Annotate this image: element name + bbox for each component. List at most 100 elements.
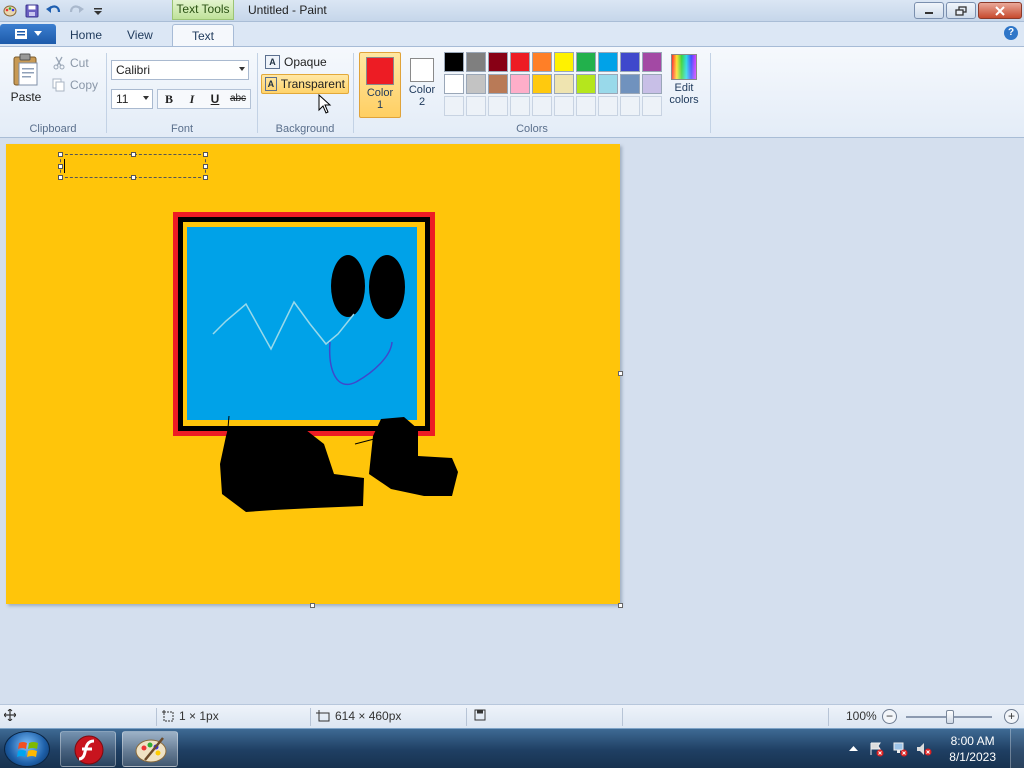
font-group-label: Font — [170, 123, 193, 135]
windows-logo-icon — [17, 742, 38, 757]
palette-color-swatch[interactable] — [510, 52, 530, 72]
resize-handle[interactable] — [58, 152, 63, 157]
canvas-resize-handle-corner[interactable] — [618, 603, 623, 608]
canvas-resize-handle-bottom[interactable] — [310, 603, 315, 608]
resize-handle[interactable] — [203, 152, 208, 157]
custom-color-slot[interactable] — [532, 96, 552, 116]
palette-color-swatch[interactable] — [642, 74, 662, 94]
custom-color-slot[interactable] — [620, 96, 640, 116]
palette-color-swatch[interactable] — [444, 52, 464, 72]
palette-color-swatch[interactable] — [554, 52, 574, 72]
bold-button[interactable]: B — [159, 89, 179, 109]
opaque-label: Opaque — [284, 55, 327, 69]
clipboard-group: Paste Cut Copy Clipboard — [0, 49, 106, 137]
italic-button[interactable]: I — [182, 89, 202, 109]
edit-colors-button[interactable]: Edit colors — [664, 52, 704, 106]
system-clock[interactable]: 8:00 AM 8/1/2023 — [949, 733, 996, 765]
flash-icon — [74, 735, 104, 765]
palette-color-swatch[interactable] — [532, 74, 552, 94]
palette-color-swatch[interactable] — [642, 52, 662, 72]
show-desktop-button[interactable] — [1010, 729, 1024, 768]
paste-icon — [13, 53, 38, 86]
custom-color-slot[interactable] — [642, 96, 662, 116]
palette-color-swatch[interactable] — [488, 74, 508, 94]
minimize-button[interactable] — [914, 2, 944, 19]
drawing-canvas[interactable] — [6, 144, 620, 604]
undo-icon[interactable] — [46, 3, 62, 19]
left-eye — [331, 255, 365, 317]
action-center-icon[interactable] — [868, 741, 884, 757]
start-button[interactable] — [4, 731, 50, 767]
palette-color-swatch[interactable] — [532, 52, 552, 72]
palette-color-swatch[interactable] — [598, 52, 618, 72]
custom-color-slot[interactable] — [466, 96, 486, 116]
taskbar-paint-app[interactable] — [122, 731, 178, 767]
save-icon[interactable] — [24, 3, 40, 19]
color-1-button[interactable]: Color 1 — [359, 52, 401, 118]
underline-button[interactable]: U — [205, 89, 225, 109]
palette-color-swatch[interactable] — [510, 74, 530, 94]
text-input-box[interactable] — [58, 152, 208, 180]
palette-color-swatch[interactable] — [598, 74, 618, 94]
font-group: Calibri 11 B I U abc Font — [107, 49, 257, 137]
status-divider — [310, 708, 311, 726]
custom-color-slot[interactable] — [510, 96, 530, 116]
resize-handle[interactable] — [58, 164, 63, 169]
palette-color-swatch[interactable] — [576, 52, 596, 72]
color-1-label: Color 1 — [366, 87, 394, 111]
selection-size: 1 × 1px — [162, 709, 219, 723]
paint-menu-button[interactable] — [0, 24, 56, 44]
restore-button[interactable] — [946, 2, 976, 19]
canvas-resize-handle-right[interactable] — [618, 371, 623, 376]
font-size-select[interactable]: 11 — [111, 89, 153, 109]
right-eye — [369, 255, 405, 319]
transparent-button[interactable]: A Transparent — [261, 74, 349, 94]
paint-app-icon[interactable] — [2, 3, 18, 19]
chevron-up-icon[interactable] — [849, 744, 858, 753]
status-divider — [622, 708, 623, 726]
customize-toolbar-icon[interactable] — [90, 3, 106, 19]
status-bar: 1 × 1px 614 × 460px 100% − + — [0, 704, 1024, 728]
opaque-button[interactable]: A Opaque — [262, 52, 330, 72]
resize-handle[interactable] — [131, 175, 136, 180]
resize-handle[interactable] — [131, 152, 136, 157]
palette-color-swatch[interactable] — [620, 52, 640, 72]
palette-color-swatch[interactable] — [554, 74, 574, 94]
zoom-out-button[interactable]: − — [882, 709, 897, 724]
resize-handle[interactable] — [203, 164, 208, 169]
color-spectrum-icon — [671, 54, 697, 80]
tab-view[interactable]: View — [115, 24, 165, 46]
volume-muted-icon[interactable] — [916, 741, 932, 757]
image-size: 614 × 460px — [316, 709, 401, 723]
copy-button[interactable]: Copy — [52, 75, 98, 95]
palette-color-swatch[interactable] — [444, 74, 464, 94]
font-family-select[interactable]: Calibri — [111, 60, 249, 80]
zoom-in-button[interactable]: + — [1004, 709, 1019, 724]
palette-color-swatch[interactable] — [488, 52, 508, 72]
resize-handle[interactable] — [203, 175, 208, 180]
color-2-button[interactable]: Color 2 — [402, 52, 442, 118]
cut-button[interactable]: Cut — [52, 53, 89, 73]
resize-handle[interactable] — [58, 175, 63, 180]
tab-text[interactable]: Text — [172, 24, 234, 46]
palette-color-swatch[interactable] — [466, 52, 486, 72]
network-icon[interactable] — [892, 741, 908, 757]
zoom-slider-thumb[interactable] — [946, 710, 954, 724]
custom-color-slot[interactable] — [444, 96, 464, 116]
tab-home[interactable]: Home — [58, 24, 114, 46]
help-icon[interactable]: ? — [1004, 26, 1018, 40]
strikethrough-button[interactable]: abc — [228, 89, 248, 109]
taskbar-flash-app[interactable] — [60, 731, 116, 767]
paste-button[interactable]: Paste — [6, 53, 46, 104]
zoom-level: 100% — [846, 709, 877, 723]
custom-color-slot[interactable] — [598, 96, 618, 116]
palette-color-swatch[interactable] — [576, 74, 596, 94]
custom-color-slot[interactable] — [488, 96, 508, 116]
custom-color-slot[interactable] — [576, 96, 596, 116]
custom-color-slot[interactable] — [554, 96, 574, 116]
image-size-value: 614 × 460px — [335, 709, 402, 723]
close-button[interactable] — [978, 2, 1022, 19]
redo-icon[interactable] — [68, 3, 84, 19]
palette-color-swatch[interactable] — [466, 74, 486, 94]
palette-color-swatch[interactable] — [620, 74, 640, 94]
